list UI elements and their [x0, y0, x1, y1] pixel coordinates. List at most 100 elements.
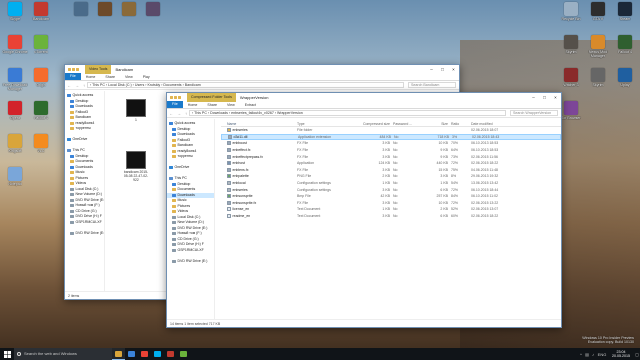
ribbon-tab-extract[interactable]: Extract — [240, 102, 261, 108]
column-header[interactable]: Compressed size — [359, 122, 393, 126]
ribbon-tab-share[interactable]: Share — [202, 102, 222, 108]
ribbon-tab-home[interactable]: Home — [183, 102, 203, 108]
desktop-icon[interactable]: VLC — [26, 134, 56, 153]
context-tab-video-tools[interactable]: Video Tools — [85, 65, 112, 74]
ribbon-tab-play[interactable]: Play — [138, 74, 155, 80]
folder-icon — [172, 144, 176, 148]
taskbar-app-button[interactable] — [164, 348, 177, 360]
file-row[interactable]: enblocal Configuration settings 1 KB No 1 KB… — [221, 180, 561, 187]
file-name-text: enbeffectprepass.fx — [232, 154, 263, 159]
desktop-icon[interactable]: Witcher 3 — [556, 68, 586, 87]
maximize-button[interactable]: □ — [437, 65, 448, 74]
quick-access-toolbar[interactable] — [170, 95, 184, 100]
file-row[interactable]: enbseries File folder 02.06.2015 18:07 — [221, 127, 561, 134]
close-button[interactable]: × — [448, 65, 459, 74]
file-row[interactable]: enbseries Configuration settings 3 KB No 6 K… — [221, 186, 561, 193]
desktop-icon[interactable]: Fallout 4 — [610, 35, 640, 54]
taskbar-search-box[interactable]: Search the web and Windows — [14, 348, 112, 360]
desktop-icon[interactable]: Bandicam — [26, 2, 56, 21]
app-icon — [591, 2, 605, 16]
desktop-icon[interactable]: Steam — [610, 2, 640, 21]
maximize-button[interactable]: □ — [539, 93, 550, 102]
column-header[interactable]: Type — [297, 122, 359, 126]
taskbar-app-button[interactable] — [151, 348, 164, 360]
ribbon-tab-file[interactable]: File — [65, 73, 81, 80]
column-header[interactable]: Date modified — [471, 122, 521, 126]
context-tab-compressed-folder-tools[interactable]: Compressed Folder Tools — [187, 93, 236, 102]
start-button[interactable] — [0, 348, 14, 360]
ribbon-tab-view[interactable]: View — [222, 102, 240, 108]
desktop-icon[interactable]: Skyrim — [583, 68, 613, 87]
file-row[interactable]: d3d11.dll Application extension 484 KB No 71… — [221, 133, 561, 141]
desktop-icon[interactable] — [138, 2, 168, 17]
folder-icon — [172, 188, 176, 192]
address-path[interactable]: › This PC › Local Disk (C:) › Users › Kr… — [87, 82, 404, 88]
address-path[interactable]: › This PC › Downloads › enbseries_fallou… — [189, 110, 506, 116]
file-row[interactable]: enbsunsprite Bmp File 42 KB No 257 KB 84% 06.1… — [221, 193, 561, 200]
clock[interactable]: 23:04 20.05.2015 — [608, 350, 634, 359]
desktop-icon[interactable]: Origin — [26, 68, 56, 87]
desktop-icon[interactable]: uTorrent — [26, 35, 56, 54]
file-row[interactable]: enbeffectprepass.fx FX File 3 KB No 9 KB 73% 0… — [221, 153, 561, 160]
desktop-icon[interactable]: Uplay — [610, 68, 640, 87]
file-name-text: enblocal — [232, 181, 246, 186]
taskbar-app-button[interactable] — [112, 348, 125, 360]
column-header[interactable]: Name — [221, 122, 297, 126]
file-row[interactable]: enbhost Application 124 KB No 440 KB 72% 02.06… — [221, 160, 561, 167]
explorer-window-wrapperversion[interactable]: Compressed Folder Tools WrapperVersion –… — [166, 92, 562, 328]
up-arrow-icon[interactable]: ↑ — [185, 111, 187, 116]
quick-access-toolbar[interactable] — [68, 67, 82, 72]
file-pw: No — [393, 187, 398, 192]
file-row[interactable]: enblens.fx FX File 3 KB No 15 KB 75% 04.06.201… — [221, 167, 561, 174]
desktop-icon[interactable]: GTA V — [583, 2, 613, 21]
title-bar[interactable]: Video Tools Bandicam – □ × — [65, 65, 459, 74]
file-row[interactable]: enbboost FX File 3 KB No 10 KB 70% 06.10.2013 … — [221, 140, 561, 147]
ribbon-tab-file[interactable]: File — [167, 101, 183, 108]
file-row[interactable]: enbpalette PNG File 2 KB No 3 KB 8% 29.06.2013… — [221, 173, 561, 180]
desktop-icon-label: Notepad — [8, 182, 22, 186]
back-arrow-icon[interactable]: ← — [169, 111, 173, 116]
title-bar[interactable]: Compressed Folder Tools WrapperVersion –… — [167, 93, 561, 102]
column-header[interactable]: Ratio — [451, 122, 471, 126]
taskbar-app-button[interactable] — [177, 348, 190, 360]
ribbon-tab-share[interactable]: Share — [100, 74, 120, 80]
nav-item-label: торренты — [177, 154, 193, 158]
file-row[interactable]: readme_en Text Document 3 KB No 6 KB 60% 02.06… — [221, 213, 561, 220]
search-input[interactable]: Search WrapperVersion — [510, 110, 558, 116]
video-thumbnail[interactable]: 1 — [123, 99, 149, 122]
forward-arrow-icon[interactable]: → — [177, 111, 181, 116]
video-thumbnail[interactable]: bandicam 2015-05-08 22-47-02-922 — [123, 151, 149, 182]
file-row[interactable]: enbsunsprite.fx FX File 3 KB No 10 KB 72% 02.0… — [221, 200, 561, 207]
taskbar-app-button[interactable] — [125, 348, 138, 360]
desktop-icon[interactable]: Skyrim — [556, 35, 586, 54]
desktop-icon[interactable]: Fallout 4 — [26, 101, 56, 120]
nav-item[interactable]: DVD RW Drive (E:) — [167, 259, 214, 265]
nav-item[interactable]: DVD RW Drive (E:) — [65, 231, 104, 237]
notifications-icon[interactable]: ▢ — [634, 352, 640, 357]
file-row[interactable]: license_en Text Document 1 KB No 2 KB 52% 02.0… — [221, 206, 561, 213]
folder-icon — [70, 165, 74, 169]
nav-buttons[interactable]: ← → ↑ — [65, 83, 87, 88]
desktop-icon[interactable]: Nexus Mod Manager — [583, 35, 613, 58]
column-header[interactable]: Password ... — [393, 122, 419, 126]
forward-arrow-icon[interactable]: → — [75, 83, 79, 88]
ribbon-tab-home[interactable]: Home — [81, 74, 101, 80]
search-input[interactable]: Search Bandicam — [408, 82, 456, 88]
file-date: 02.06.2015 18:07 — [471, 128, 499, 133]
nav-buttons[interactable]: ← → ↑ — [167, 111, 189, 116]
folder-icon — [172, 161, 176, 164]
minimize-button[interactable]: – — [426, 65, 437, 74]
close-button[interactable]: × — [550, 93, 561, 102]
taskbar: Search the web and Windows ^ ▤ ♪ ENG 23:… — [0, 348, 640, 360]
ribbon-tab-view[interactable]: View — [120, 74, 138, 80]
desktop-icon[interactable]: Recycle Bin — [556, 2, 586, 21]
language-indicator[interactable]: ENG — [596, 352, 608, 357]
file-row[interactable]: enbeffect.fx FX File 3 KB No 9 KB 64% 06.10.20… — [221, 147, 561, 154]
file-name: enbseries — [221, 187, 297, 192]
minimize-button[interactable]: – — [528, 93, 539, 102]
column-header[interactable]: Size — [419, 122, 451, 126]
taskbar-app-button[interactable] — [138, 348, 151, 360]
up-arrow-icon[interactable]: ↑ — [83, 83, 85, 88]
desktop-icon[interactable]: Notepad — [0, 167, 30, 186]
back-arrow-icon[interactable]: ← — [67, 83, 71, 88]
